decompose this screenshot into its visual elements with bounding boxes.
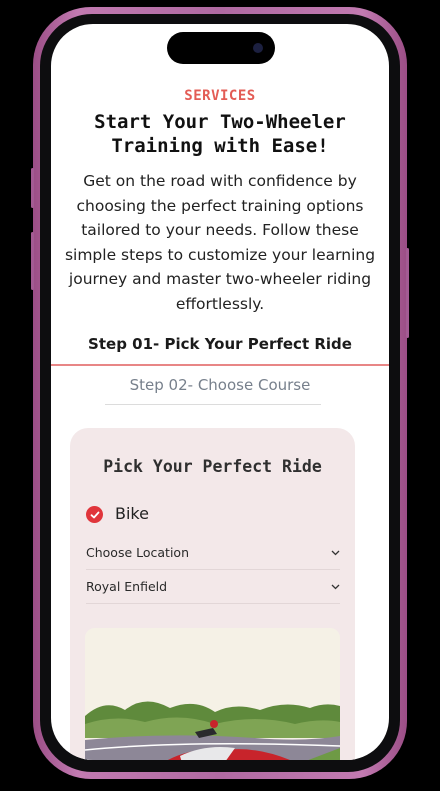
card-title: Pick Your Perfect Ride xyxy=(103,457,322,476)
location-select[interactable]: Choose Location xyxy=(86,536,340,570)
active-tab-indicator xyxy=(51,364,389,366)
page-description: Get on the road with confidence by choos… xyxy=(64,172,376,313)
tab-step-02[interactable]: Step 02- Choose Course xyxy=(51,376,389,394)
chevron-down-icon xyxy=(330,548,340,558)
model-select[interactable]: Royal Enfield xyxy=(86,570,340,604)
page-title-line: Start Your Two-Wheeler xyxy=(94,111,346,133)
tab-step-01[interactable]: Step 01- Pick Your Perfect Ride xyxy=(51,335,389,353)
phone-side-button xyxy=(31,232,34,290)
vehicle-option-label[interactable]: Bike xyxy=(115,504,149,523)
chevron-down-icon xyxy=(330,582,340,592)
section-eyebrow: SERVICES xyxy=(184,88,256,104)
dynamic-island xyxy=(167,32,275,64)
page-title: Start Your Two-Wheeler Training with Eas… xyxy=(51,110,389,158)
page-title-line: Training with Ease! xyxy=(111,135,329,157)
ride-picker-card: Pick Your Perfect Ride Bike Choose Locat… xyxy=(70,428,355,760)
location-select-value: Choose Location xyxy=(86,545,189,560)
phone-screen: SERVICES Start Your Two-Wheeler Training… xyxy=(51,24,389,760)
phone-side-button xyxy=(31,168,34,208)
check-circle-icon[interactable] xyxy=(86,506,103,523)
phone-side-button xyxy=(406,248,409,338)
tab-underline xyxy=(105,404,321,405)
model-select-value: Royal Enfield xyxy=(86,579,168,594)
camera-icon xyxy=(253,43,263,53)
motorcycle-illustration xyxy=(85,628,340,760)
